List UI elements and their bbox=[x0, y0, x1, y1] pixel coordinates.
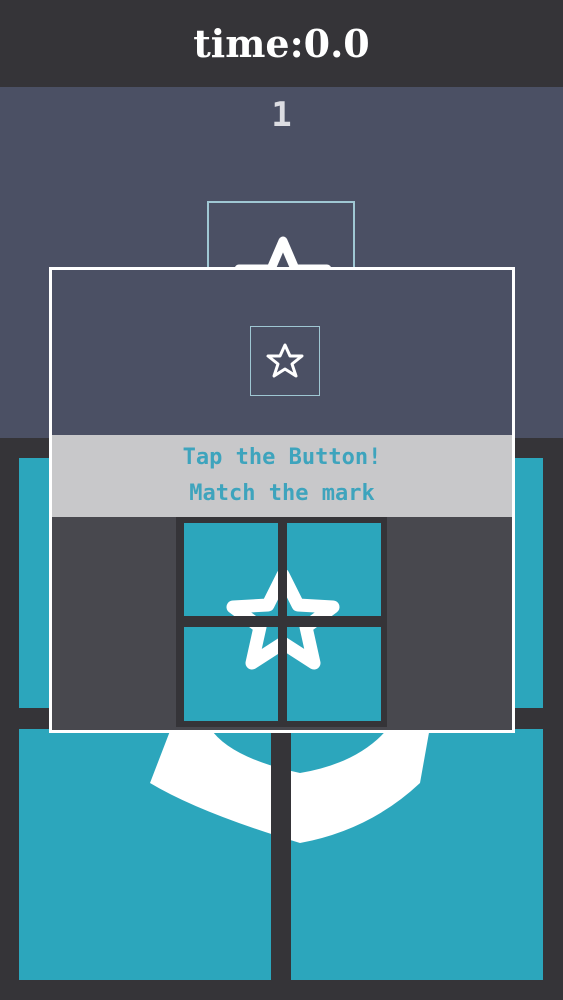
timer-display: time:0.0 bbox=[193, 21, 370, 66]
board-tile[interactable] bbox=[291, 729, 543, 980]
instruction-line-2: Match the mark bbox=[189, 481, 375, 506]
star-icon bbox=[266, 343, 304, 378]
overlay-target-box bbox=[250, 326, 320, 396]
star-icon bbox=[176, 517, 387, 727]
tutorial-overlay: Tap the Button! Match the mark bbox=[49, 267, 515, 733]
top-bar: time:0.0 bbox=[0, 0, 563, 87]
board-tile[interactable] bbox=[19, 729, 271, 980]
instruction-banner: Tap the Button! Match the mark bbox=[52, 435, 512, 517]
round-number: 1 bbox=[271, 95, 292, 135]
overlay-mini-board bbox=[176, 517, 387, 727]
instruction-line-1: Tap the Button! bbox=[182, 445, 382, 470]
